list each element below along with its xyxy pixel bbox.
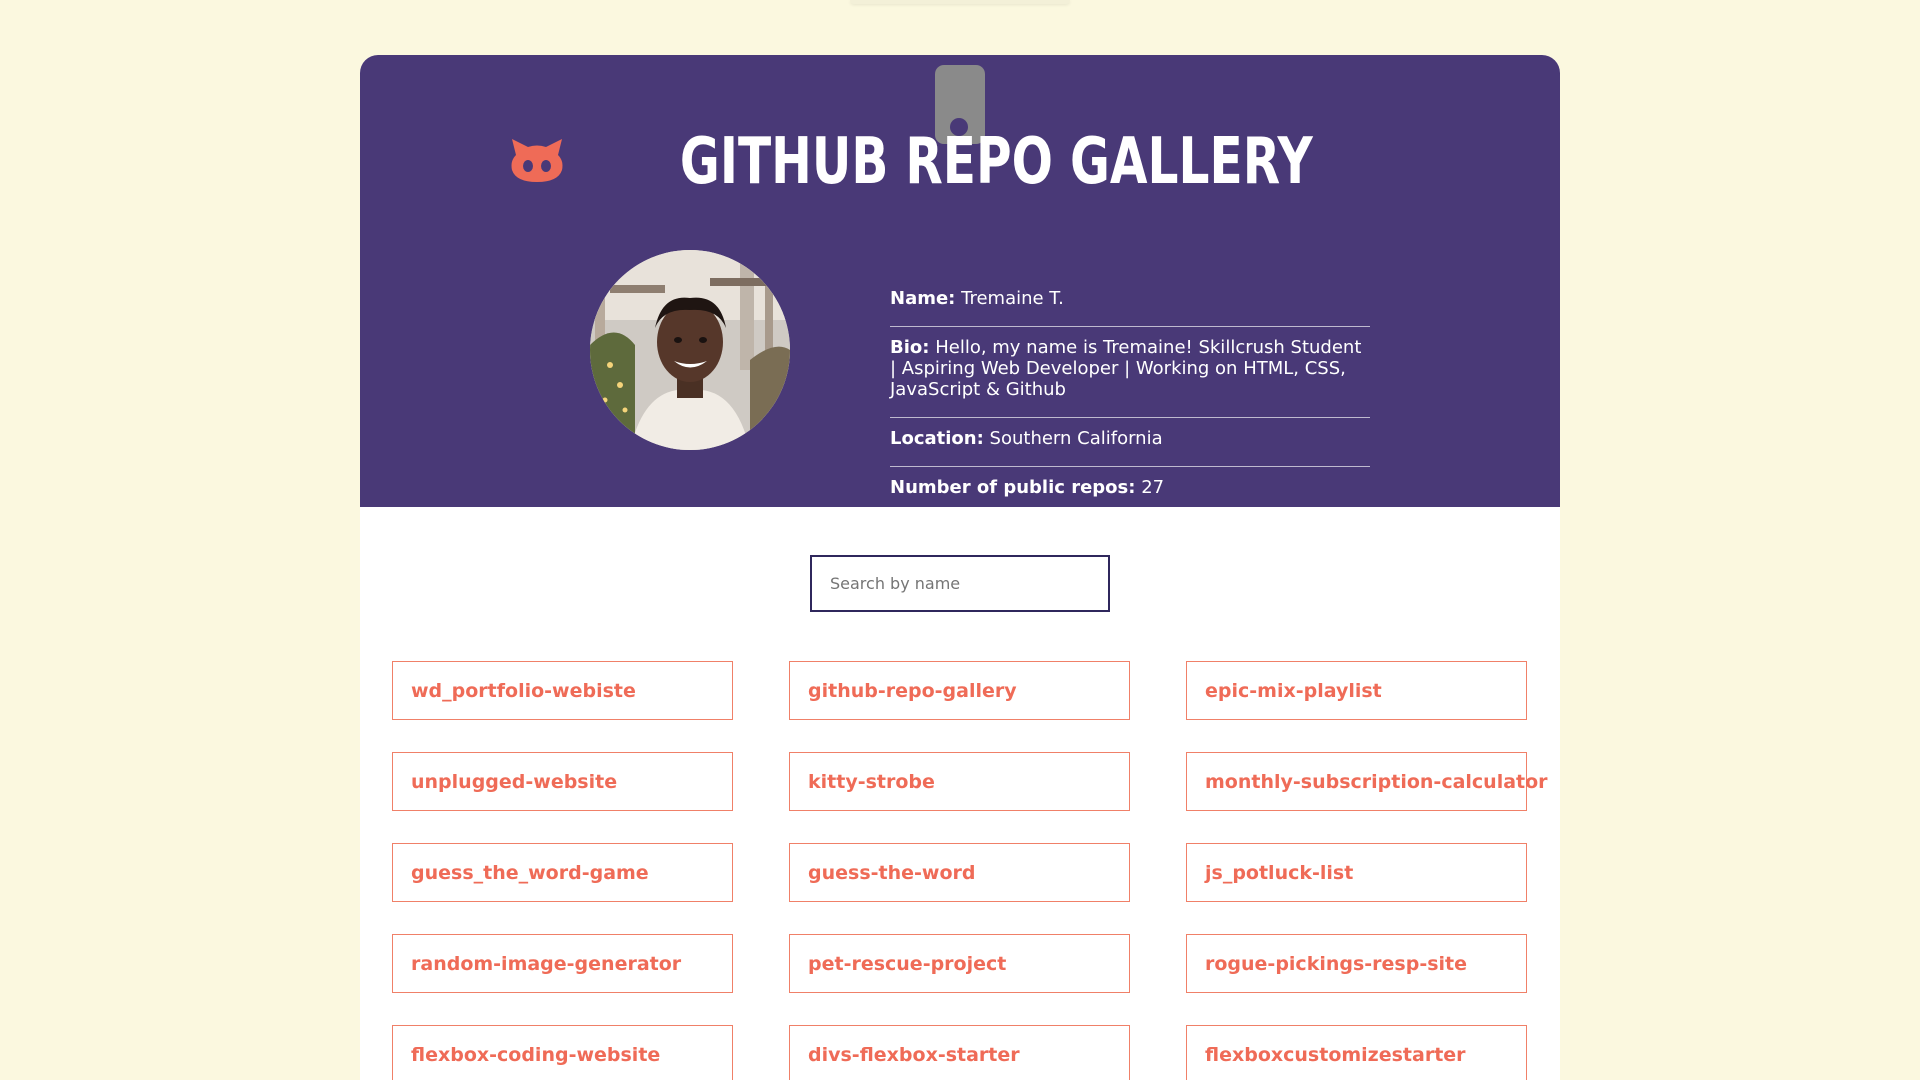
repo-item[interactable]: flexboxcustomizestarter xyxy=(1186,1025,1527,1080)
profile-name: Tremaine T. xyxy=(961,288,1064,309)
repo-count-label: Number of public repos: xyxy=(890,477,1136,498)
repo-item[interactable]: divs-flexbox-starter xyxy=(789,1025,1130,1080)
repo-item[interactable]: guess_the_word-game xyxy=(392,843,733,902)
profile-header: GITHUB REPO GALLERY Name: Tremaine T. Bi… xyxy=(360,55,1560,516)
repo-item[interactable]: monthly-subscription-calculator xyxy=(1186,752,1548,811)
profile-bio: Hello, my name is Tremaine! Skillcrush S… xyxy=(890,337,1362,400)
search-input[interactable] xyxy=(812,557,1108,610)
github-octocat-icon xyxy=(508,137,566,187)
repo-item[interactable]: kitty-strobe xyxy=(789,752,1130,811)
repo-count: 27 xyxy=(1141,477,1165,498)
repo-item[interactable]: random-image-generator xyxy=(392,934,733,993)
name-label: Name: xyxy=(890,288,956,309)
repo-item[interactable]: wd_portfolio-webiste xyxy=(392,661,733,720)
profile-location-row: Location: Southern California xyxy=(890,418,1370,467)
profile-location: Southern California xyxy=(989,428,1163,449)
profile-name-row: Name: Tremaine T. xyxy=(890,280,1370,327)
bio-label: Bio: xyxy=(890,337,930,358)
repo-item[interactable]: epic-mix-playlist xyxy=(1186,661,1527,720)
repo-item[interactable]: unplugged-website xyxy=(392,752,733,811)
location-label: Location: xyxy=(890,428,984,449)
profile-repo-count-row: Number of public repos: 27 xyxy=(890,467,1370,516)
page: GITHUB REPO GALLERY Name: Tremaine T. Bi… xyxy=(0,0,1920,1080)
repo-item[interactable]: js_potluck-list xyxy=(1186,843,1527,902)
title-row: GITHUB REPO GALLERY xyxy=(360,117,1560,207)
repo-item[interactable]: github-repo-gallery xyxy=(789,661,1130,720)
search-box[interactable] xyxy=(810,555,1110,612)
repo-item[interactable]: pet-rescue-project xyxy=(789,934,1130,993)
repo-item[interactable]: guess-the-word xyxy=(789,843,1130,902)
gallery-card: GITHUB REPO GALLERY Name: Tremaine T. Bi… xyxy=(360,55,1560,1080)
top-tab xyxy=(850,0,1070,4)
repo-item[interactable]: rogue-pickings-resp-site xyxy=(1186,934,1527,993)
page-title: GITHUB REPO GALLERY xyxy=(679,125,1313,199)
repo-list: wd_portfolio-webiste github-repo-gallery… xyxy=(392,661,1548,1080)
avatar xyxy=(590,250,790,450)
profile-info: Name: Tremaine T. Bio: Hello, my name is… xyxy=(890,280,1370,516)
profile-bio-row: Bio: Hello, my name is Tremaine! Skillcr… xyxy=(890,327,1370,418)
repo-item[interactable]: flexbox-coding-website xyxy=(392,1025,733,1080)
